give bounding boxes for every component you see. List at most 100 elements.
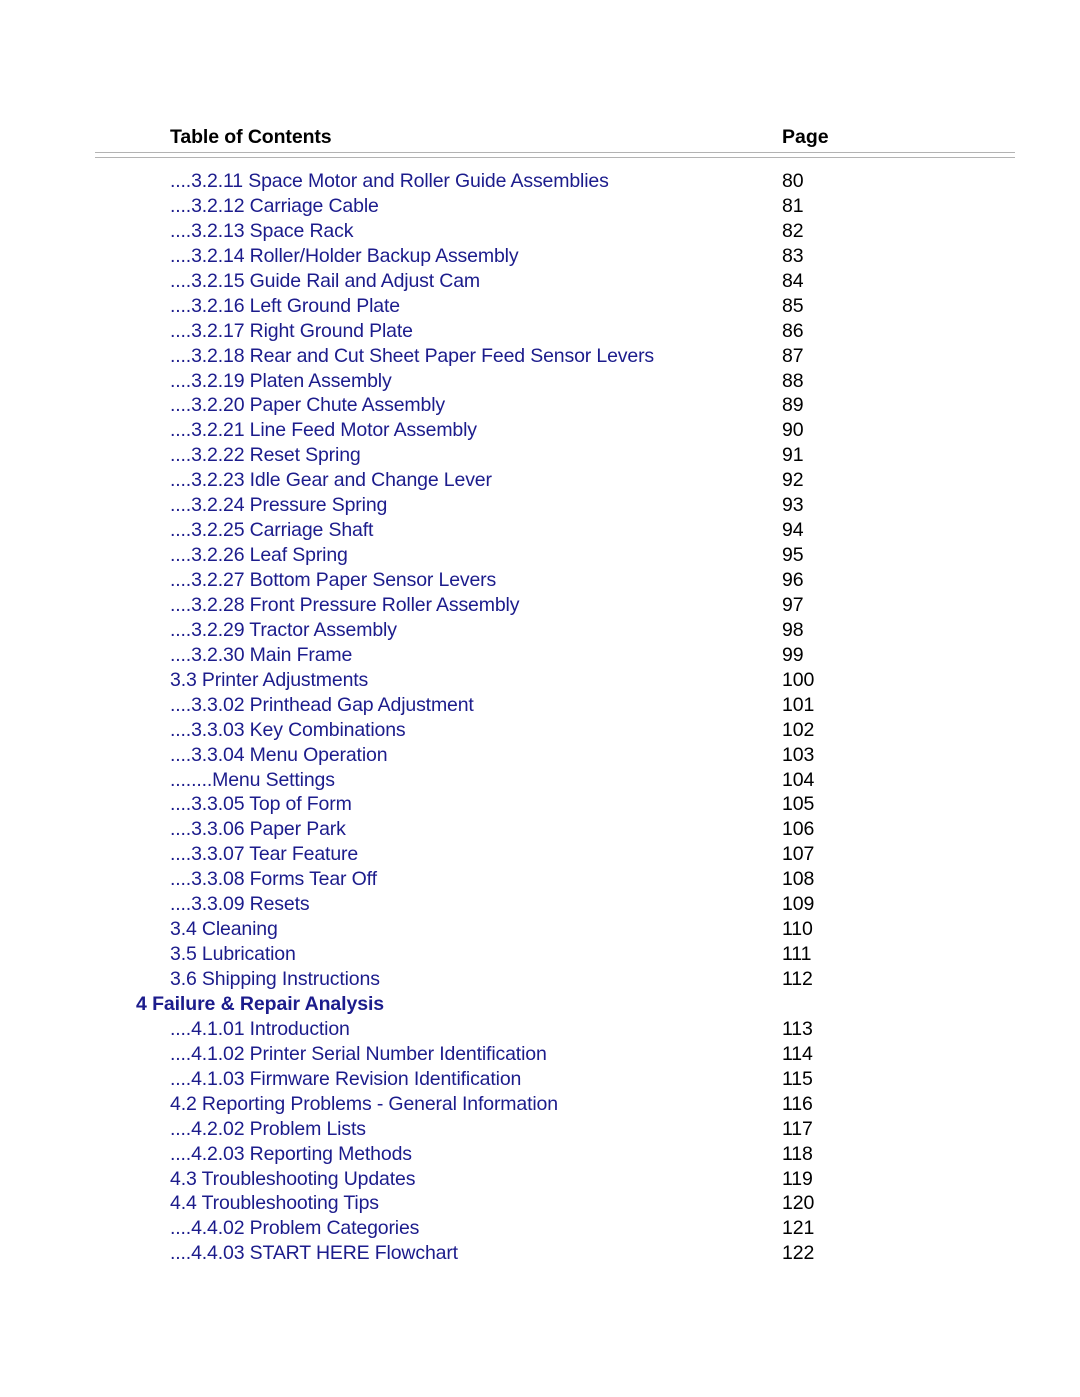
toc-entry-label[interactable]: ....3.3.05 Top of Form [170,792,352,817]
toc-entry-row[interactable]: 3.5 Lubrication 111 [0,942,1080,967]
toc-entry-page-number: 80 [782,170,804,192]
toc-entry-row[interactable]: ....3.2.12 Carriage Cable 81 [0,194,1080,219]
toc-entry-label[interactable]: 3.6 Shipping Instructions [170,967,380,992]
toc-entry-page-number: 121 [782,1217,815,1240]
toc-entry-row[interactable]: 3.6 Shipping Instructions 112 [0,967,1080,992]
toc-entry-label[interactable]: ....4.1.03 Firmware Revision Identificat… [170,1067,521,1092]
toc-entry-label[interactable]: ....3.2.15 Guide Rail and Adjust Cam [170,269,480,294]
toc-entry-label[interactable]: ....3.2.13 Space Rack [170,219,353,244]
toc-entry-label[interactable]: ....3.3.02 Printhead Gap Adjustment [170,693,474,718]
toc-entry-row[interactable]: ........Menu Settings 104 [0,768,1080,793]
toc-entry-row[interactable]: ....3.2.24 Pressure Spring 93 [0,493,1080,518]
toc-entry-page-number: 89 [782,394,804,417]
toc-entry-label[interactable]: 3.5 Lubrication [170,942,296,967]
toc-entry-row[interactable]: ....4.1.03 Firmware Revision Identificat… [0,1067,1080,1092]
toc-entry-label[interactable]: ....4.4.03 START HERE Flowchart [170,1241,458,1266]
toc-entry-row[interactable]: ....3.2.30 Main Frame 99 [0,643,1080,668]
toc-entry-label[interactable]: 4.3 Troubleshooting Updates [170,1167,415,1192]
toc-entry-label[interactable]: 3.3 Printer Adjustments [170,668,368,693]
toc-entry-label[interactable]: ....3.2.14 Roller/Holder Backup Assembly [170,244,519,269]
toc-entry-page-number: 102 [782,718,815,741]
toc-entry-label[interactable]: ....4.2.03 Reporting Methods [170,1142,412,1167]
toc-entry-row[interactable]: ....3.2.28 Front Pressure Roller Assembl… [0,593,1080,618]
toc-entry-page-number: 118 [782,1142,813,1165]
toc-entry-label[interactable]: ....3.2.29 Tractor Assembly [170,618,397,643]
toc-entry-row[interactable]: ....3.2.13 Space Rack 82 [0,219,1080,244]
toc-entry-row[interactable]: ....4.2.03 Reporting Methods 118 [0,1142,1080,1167]
toc-entry-label[interactable]: ....3.2.21 Line Feed Motor Assembly [170,418,477,443]
toc-entry-label[interactable]: ....3.2.27 Bottom Paper Sensor Levers [170,568,496,593]
toc-entry-row[interactable]: ....4.1.01 Introduction 113 [0,1017,1080,1042]
toc-entry-row[interactable]: ....4.2.02 Problem Lists 117 [0,1117,1080,1142]
toc-entry-page-number: 93 [782,494,804,517]
toc-entry-row[interactable]: ....3.2.22 Reset Spring 91 [0,443,1080,468]
toc-entry-row[interactable]: ....3.2.20 Paper Chute Assembly 89 [0,393,1080,418]
toc-entry-row[interactable]: ....3.2.21 Line Feed Motor Assembly 90 [0,418,1080,443]
toc-entry-row[interactable]: 3.4 Cleaning 110 [0,917,1080,942]
toc-entry-row[interactable]: ....3.3.07 Tear Feature 107 [0,842,1080,867]
toc-entry-label[interactable]: ....4.2.02 Problem Lists [170,1117,366,1142]
toc-entry-row[interactable]: ....3.2.27 Bottom Paper Sensor Levers 96 [0,568,1080,593]
toc-entry-label[interactable]: ....3.3.08 Forms Tear Off [170,867,377,892]
toc-entry-label[interactable]: ....3.2.20 Paper Chute Assembly [170,393,445,418]
toc-entry-label[interactable]: ........Menu Settings [170,768,335,793]
toc-entry-label[interactable]: 4.4 Troubleshooting Tips [170,1191,379,1216]
toc-entry-row[interactable]: 4.2 Reporting Problems - General Informa… [0,1092,1080,1117]
toc-entry-label[interactable]: ....3.2.19 Platen Assembly [170,369,392,394]
toc-entry-row[interactable]: ....3.3.02 Printhead Gap Adjustment 101 [0,693,1080,718]
toc-entry-row[interactable]: ....3.2.29 Tractor Assembly 98 [0,618,1080,643]
toc-entry-label[interactable]: ....3.3.06 Paper Park [170,817,346,842]
toc-entry-label[interactable]: ....3.2.11 Space Motor and Roller Guide … [170,169,609,194]
toc-entry-label[interactable]: ....3.2.18 Rear and Cut Sheet Paper Feed… [170,344,654,369]
toc-entry-row[interactable]: ....3.2.16 Left Ground Plate 85 [0,294,1080,319]
toc-entry-page-number: 99 [782,643,804,666]
toc-entry-row[interactable]: ....3.2.15 Guide Rail and Adjust Cam 84 [0,269,1080,294]
toc-entry-row[interactable]: ....3.2.26 Leaf Spring 95 [0,543,1080,568]
toc-entry-row[interactable]: ....3.2.17 Right Ground Plate 86 [0,319,1080,344]
toc-entry-label[interactable]: ....3.2.12 Carriage Cable [170,194,379,219]
toc-entry-label[interactable]: ....3.2.23 Idle Gear and Change Lever [170,468,492,493]
toc-entry-label[interactable]: ....3.2.28 Front Pressure Roller Assembl… [170,593,519,618]
toc-entry-row[interactable]: ....4.4.02 Problem Categories 121 [0,1216,1080,1241]
toc-entry-label[interactable]: ....3.3.09 Resets [170,892,310,917]
toc-entry-label[interactable]: ....3.2.22 Reset Spring [170,443,361,468]
toc-entry-page-number: 106 [782,818,815,841]
toc-entry-label[interactable]: ....4.1.02 Printer Serial Number Identif… [170,1042,547,1067]
toc-entry-label[interactable]: ....3.3.07 Tear Feature [170,842,358,867]
toc-entry-row[interactable]: ....3.3.04 Menu Operation 103 [0,743,1080,768]
toc-entry-label[interactable]: ....4.1.01 Introduction [170,1017,350,1042]
toc-entry-list: ....3.2.11 Space Motor and Roller Guide … [0,169,1080,1266]
toc-entry-row[interactable]: ....3.2.14 Roller/Holder Backup Assembly… [0,244,1080,269]
toc-section-heading[interactable]: 4 Failure & Repair Analysis [136,992,384,1017]
toc-entry-row[interactable]: ....3.3.08 Forms Tear Off 108 [0,867,1080,892]
toc-entry-row[interactable]: ....3.3.06 Paper Park 106 [0,817,1080,842]
toc-entry-row[interactable]: ....3.3.09 Resets 109 [0,892,1080,917]
toc-entry-label[interactable]: ....3.3.03 Key Combinations [170,718,406,743]
toc-entry-row[interactable]: 4.3 Troubleshooting Updates 119 [0,1167,1080,1192]
toc-entry-label[interactable]: ....3.3.04 Menu Operation [170,743,388,768]
toc-entry-page-number: 81 [782,194,804,217]
toc-entry-label[interactable]: ....4.4.02 Problem Categories [170,1216,419,1241]
toc-entry-row[interactable]: ....4.1.02 Printer Serial Number Identif… [0,1042,1080,1067]
toc-entry-label[interactable]: ....3.2.25 Carriage Shaft [170,518,373,543]
toc-entry-label[interactable]: ....3.2.26 Leaf Spring [170,543,348,568]
toc-entry-row[interactable]: 3.3 Printer Adjustments 100 [0,668,1080,693]
toc-entry-row[interactable]: ....3.2.18 Rear and Cut Sheet Paper Feed… [0,344,1080,369]
toc-entry-label[interactable]: ....3.2.30 Main Frame [170,643,352,668]
toc-entry-label[interactable]: ....3.2.24 Pressure Spring [170,493,387,518]
toc-entry-row[interactable]: ....3.2.25 Carriage Shaft 94 [0,518,1080,543]
toc-entry-row[interactable]: ....3.2.23 Idle Gear and Change Lever 92 [0,468,1080,493]
toc-entry-label[interactable]: 4.2 Reporting Problems - General Informa… [170,1092,558,1117]
toc-entry-label[interactable]: 3.4 Cleaning [170,917,278,942]
toc-entry-row[interactable]: ....3.2.19 Platen Assembly 88 [0,369,1080,394]
toc-entry-row[interactable]: 4.4 Troubleshooting Tips 120 [0,1191,1080,1216]
toc-entry-row[interactable]: ....3.2.11 Space Motor and Roller Guide … [0,169,1080,194]
toc-entry-row[interactable]: ....3.3.05 Top of Form 105 [0,792,1080,817]
toc-entry-label[interactable]: ....3.2.17 Right Ground Plate [170,319,413,344]
toc-entry-row[interactable]: ....4.4.03 START HERE Flowchart 122 [0,1241,1080,1266]
toc-entry-row[interactable]: 4 Failure & Repair Analysis [0,992,1080,1017]
toc-entry-page-number: 103 [782,743,815,766]
toc-entry-page-number: 87 [782,344,804,367]
toc-entry-row[interactable]: ....3.3.03 Key Combinations 102 [0,718,1080,743]
toc-entry-label[interactable]: ....3.2.16 Left Ground Plate [170,294,400,319]
